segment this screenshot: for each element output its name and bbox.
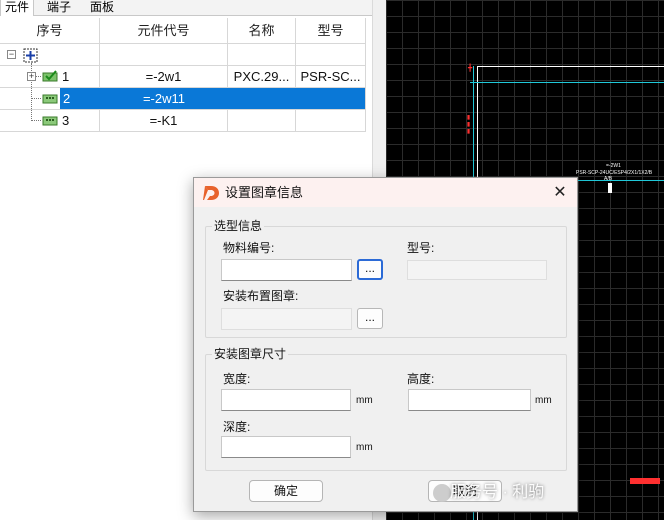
app-logo-icon <box>203 186 219 200</box>
root-cell: − <box>0 44 100 66</box>
row-model <box>296 110 366 132</box>
row-code: =-K1 <box>100 110 228 132</box>
width-input[interactable] <box>221 389 351 411</box>
tab-panels[interactable]: 面板 <box>86 0 118 16</box>
row-index: 1 <box>62 69 70 84</box>
model-label: 型号: <box>407 241 435 255</box>
column-header-model[interactable]: 型号 <box>296 18 366 44</box>
depth-input[interactable] <box>221 436 351 458</box>
dialog-titlebar[interactable]: 设置图章信息 ✕ <box>194 178 577 207</box>
row-index: 2 <box>60 88 100 109</box>
width-unit: mm <box>356 395 373 406</box>
group-title: 选型信息 <box>212 218 265 234</box>
row-name <box>228 110 296 132</box>
row-index: 3 <box>62 113 70 128</box>
tab-components[interactable]: 元件 <box>0 0 35 16</box>
browse-material-button[interactable]: ... <box>357 259 383 280</box>
cad-guide-line <box>470 82 664 83</box>
material-number-input[interactable] <box>221 259 352 281</box>
component-icon <box>42 94 58 104</box>
watermark-icon <box>433 484 451 502</box>
panel-tabbar: 元件 端子 面板 <box>0 0 386 16</box>
cad-symbol <box>608 183 612 193</box>
row-name: PXC.29... <box>228 66 296 88</box>
material-number-label: 物料编号: <box>223 241 275 255</box>
cad-marker: ╋ <box>468 65 473 72</box>
tree-root-row[interactable]: − <box>0 44 366 66</box>
root-node-icon <box>23 48 38 63</box>
close-icon[interactable]: ✕ <box>549 182 571 203</box>
ok-button[interactable]: 确定 <box>249 480 323 502</box>
component-checked-icon <box>42 70 58 82</box>
expand-icon[interactable]: + <box>27 72 36 81</box>
model-input <box>407 260 547 280</box>
table-row[interactable]: 2 =-2w11 <box>0 88 366 110</box>
row-model: PSR-SC... <box>296 66 366 88</box>
dialog-title: 设置图章信息 <box>225 185 304 200</box>
cad-guide-line <box>576 180 664 181</box>
install-layout-label: 安装布置图章: <box>223 289 299 303</box>
tab-terminals[interactable]: 端子 <box>43 0 75 16</box>
column-header-code[interactable]: 元件代号 <box>100 18 228 44</box>
collapse-icon[interactable]: − <box>7 50 16 59</box>
height-unit: mm <box>535 395 552 406</box>
cad-marker: ▮▮▮ <box>465 114 471 135</box>
cad-label: PSR-SCP-24UC/ESP4/2X1/1X2/B <box>576 170 653 176</box>
row-code: =-2w1 <box>100 66 228 88</box>
group-title: 安装图章尺寸 <box>212 346 289 362</box>
height-label: 高度: <box>407 372 435 386</box>
component-icon <box>42 116 58 126</box>
watermark: 服务号 · 利驹 <box>450 484 545 501</box>
column-header-name[interactable]: 名称 <box>228 18 296 44</box>
width-label: 宽度: <box>223 372 251 386</box>
cad-label: A/B <box>604 176 613 182</box>
height-input[interactable] <box>408 389 531 411</box>
cad-marker <box>630 478 660 484</box>
install-layout-input <box>221 308 352 330</box>
table-row[interactable]: 3 =-K1 <box>0 110 366 132</box>
table-row[interactable]: + 1 =-2w1 PXC.29... PSR-SC... <box>0 66 366 88</box>
row-model <box>296 88 366 110</box>
depth-unit: mm <box>356 442 373 453</box>
column-header-index[interactable]: 序号 <box>0 18 100 44</box>
row-name <box>228 88 296 110</box>
row-code: =-2w11 <box>100 88 228 110</box>
stamp-info-dialog: 设置图章信息 ✕ 选型信息 物料编号: ... 型号: 安装布置图章: ... … <box>193 177 578 512</box>
browse-layout-button[interactable]: ... <box>357 308 383 329</box>
cad-label: =-2W1 <box>606 163 621 169</box>
depth-label: 深度: <box>223 420 251 434</box>
